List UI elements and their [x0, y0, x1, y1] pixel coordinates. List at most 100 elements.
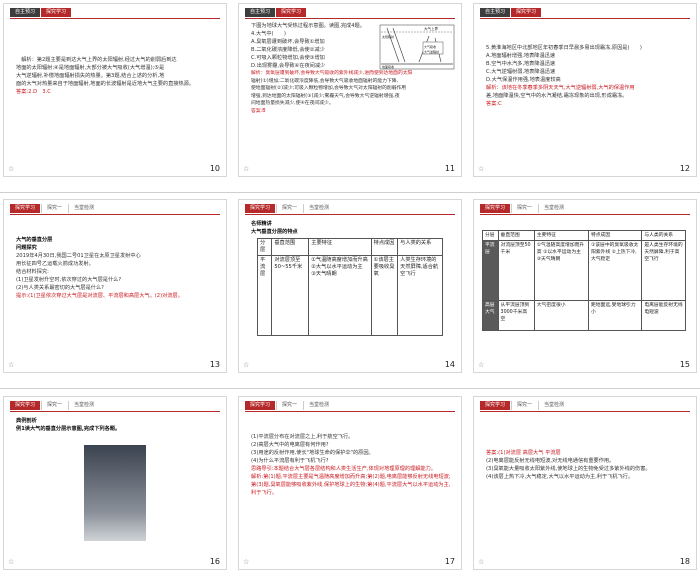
tab-explore-2: 探究一 — [276, 204, 303, 213]
content-line: (3)臭氧能大量吸收太阳紫外线,使地球上的生物免受过多紫外线的伤害。 — [486, 466, 651, 472]
table-header: 垂直范围 — [271, 238, 310, 256]
section-heading: 名师精讲 — [251, 221, 272, 227]
tab-explore: 探究学习 — [41, 8, 72, 17]
row-divider — [0, 192, 700, 193]
slide-content: 解析：第2题主要是到达大气上界的太阳辐射,经过大气的削弱后到达 地面的太阳辐射;… — [16, 56, 216, 96]
table-cell: ①气温随高度增加而升高 ②以水平运动为主 ③天气晴朗 — [533, 240, 589, 301]
content-line: 面的大气对热量来自于地面辐射,地面的长波辐射是近地大气主要的直接热源。 — [16, 81, 195, 87]
table-header: 主要特征 — [308, 238, 372, 256]
diagram-label: 太阳辐射 — [382, 34, 394, 39]
heat-process-diagram: 大气上界 大气吸收 大气逆辐射 太阳辐射 地面吸收 — [379, 24, 455, 70]
content-line: (1)平流层分布在对流层之上,利于航空飞行。 — [251, 434, 354, 440]
analysis-line: 使地面辐射(②)减少;可吸入颗粒物增加,会导致大气对太阳辐射的削弱作用 — [251, 86, 407, 92]
row-divider — [0, 388, 700, 389]
section-subheading: 大气垂直分层的特点 — [251, 229, 298, 235]
slide-tabs: 自主预习 探究学习 — [245, 8, 307, 18]
diagram-label: 大气逆辐射 — [424, 49, 439, 54]
analysis-text: 解析:第(1)题,平流层主要是气温随高度增加而升高;第(2)题,电离层能够反射无… — [251, 474, 451, 496]
slide-content: 答案:(1)对流层 高层大气 平流层 (2)电离层能反射无线电短波,对无线电通信… — [486, 449, 686, 481]
table-cell: 平流层 — [482, 240, 499, 301]
slide-analysis: 解析：臭氧层遭到破坏,会导致大气吸收的紫外线减少,进而使到达地面的太阳 辐射(①… — [251, 70, 451, 116]
tab-explore-2: 探究一 — [511, 204, 538, 213]
content-line: (1)卫星发射升空时,依次穿过的大气层是什么? — [16, 277, 122, 283]
slide-tabs: 探究学习 探究一 当堂检测 — [480, 204, 570, 214]
tab-underline — [480, 411, 690, 412]
star-icon: ☆ — [243, 361, 250, 369]
table-cell: 距地面远,受地球引力小 — [587, 300, 643, 331]
content-line: (2)与人类关系最密切的大气层是什么? — [16, 285, 104, 291]
star-icon: ☆ — [8, 361, 15, 369]
content-line: 2019年4月30日,我国二号01卫星在太原卫星发射中心 — [16, 253, 141, 259]
slide-thumbnail-10[interactable]: 自主预习 探究学习 解析：第2题主要是到达大气上界的太阳辐射,经过大气的削弱后到… — [4, 4, 226, 176]
answer-text: 答案:2.D 3.C — [16, 89, 51, 95]
slide-thumbnail-14[interactable]: 探究学习 探究一 当堂检测 名师精讲 大气垂直分层的特点 分层 垂直范围 主要特… — [239, 200, 461, 372]
table-header: 与人类的关系 — [397, 238, 443, 256]
slide-tabs: 探究学习 探究一 当堂检测 — [245, 204, 335, 214]
slide-tabs: 自主预习 探究学习 — [10, 8, 72, 18]
slide-tabs: 探究学习 探究一 当堂检测 — [10, 204, 100, 214]
tab-self-study: 自主预习 — [480, 8, 511, 17]
diagram-label: 大气吸收 — [424, 44, 436, 49]
slide-thumbnail-18[interactable]: 探究学习 探究一 当堂检测 答案:(1)对流层 高层大气 平流层 (2)电离层能… — [474, 397, 696, 569]
slide-content: 典例剖析 例1读大气的垂直分层示意图,完成下列各题。 — [16, 417, 216, 433]
atmosphere-layers-figure — [84, 445, 146, 541]
content-line: 大气逆辐射,补偿地面辐射损失的热量。第3题,结合上述的分析,地 — [16, 73, 165, 79]
slide-tabs: 探究学习 探究一 当堂检测 — [245, 401, 335, 411]
tab-underline — [10, 214, 220, 215]
slide-thumbnail-12[interactable]: 自主预习 探究学习 5.黄淮海地区中北部地区年初春季日早晨多易出现霜冻,原因是(… — [474, 4, 696, 176]
star-icon: ☆ — [8, 165, 15, 173]
content-line: 差,地面降温快,空气中的水汽凝结,霜冻现象的出现,形成霜冻。 — [486, 93, 628, 99]
slide-content: 下图为地球大气受热过程示意图。读图,完成4题。 4.大气中( ) A.臭氧层遭到… — [251, 22, 383, 70]
content-line: 地面的太阳辐射;④是地面辐射,大部分被大气吸收(大气增温);⑤是 — [16, 65, 165, 71]
slide-content: (1)平流层分布在对流层之上,利于航空飞行。 (2)高层大气中的电离层有何作用?… — [251, 433, 451, 497]
tab-explore: 探究学习 — [480, 204, 511, 213]
tab-underline — [245, 18, 455, 19]
tab-check: 当堂检测 — [68, 401, 100, 410]
content-line: 用长征四号乙运载火箭成功发射。 — [16, 261, 94, 267]
tab-explore-2: 探究一 — [41, 401, 68, 410]
table-header: 分层 — [482, 230, 499, 241]
table-header: 分层 — [256, 238, 273, 256]
tab-self-study: 自主预习 — [245, 8, 276, 17]
slide-thumbnail-17[interactable]: 探究学习 探究一 当堂检测 (1)平流层分布在对流层之上,利于航空飞行。 (2)… — [239, 397, 461, 569]
analysis-line: 解析：臭氧层遭到破坏,会导致大气吸收的紫外线减少,进而使到达地面的太阳 — [251, 71, 413, 76]
slide-thumbnail-11[interactable]: 自主预习 探究学习 下图为地球大气受热过程示意图。读图,完成4题。 4.大气中(… — [239, 4, 461, 176]
slide-thumbnail-13[interactable]: 探究学习 探究一 当堂检测 大气的垂直分层 问题探究 2019年4月30日,我国… — [4, 200, 226, 372]
slide-content: 5.黄淮海地区中北部地区年初春季日早晨多易出现霜冻,原因是( ) A.地面辐射增… — [486, 44, 686, 108]
tab-explore: 探究学习 — [511, 8, 542, 17]
content-line: B.空气中水汽多,地表降温迅速 — [486, 61, 556, 67]
table-cell: 大气密度很小 — [533, 300, 589, 331]
content-line: 下图为地球大气受热过程示意图。读图,完成4题。 — [251, 23, 365, 29]
answer-text: 答案:(1)对流层 高层大气 平流层 — [486, 450, 561, 456]
slide-grid: 自主预习 探究学习 解析：第2题主要是到达大气上界的太阳辐射,经过大气的削弱后到… — [0, 0, 700, 577]
tab-check: 当堂检测 — [68, 204, 100, 213]
table-cell: 人类生存环境的天然屏障,适合航空飞行 — [397, 255, 443, 336]
tab-explore: 探究学习 — [10, 401, 41, 410]
slide-thumbnail-15[interactable]: 探究学习 探究一 当堂检测 分层 垂直范围 主要特征 特点成因 与人类的关系 平… — [474, 200, 696, 372]
tab-check: 当堂检测 — [538, 204, 570, 213]
tab-explore: 探究学习 — [480, 401, 511, 410]
slide-number: 17 — [444, 557, 455, 566]
content-line: A.地面辐射增强,地表降温迅速 — [486, 53, 556, 59]
star-icon: ☆ — [478, 361, 485, 369]
table-cell: 平流层 — [256, 255, 273, 336]
content-line: 结合材料探究: — [16, 269, 49, 275]
diagram-label: 大气上界 — [424, 26, 438, 31]
content-line: D.大气保温作用强,地表温度较高 — [486, 77, 561, 83]
table-cell: 高层大气 — [482, 300, 499, 331]
table-cell: ①该层中的臭氧吸收太阳紫外线 ②上热下冷,大气稳定 — [587, 240, 643, 301]
slide-thumbnail-16[interactable]: 探究学习 探究一 当堂检测 典例剖析 例1读大气的垂直分层示意图,完成下列各题。… — [4, 397, 226, 569]
layers-table: 分层 垂直范围 主要特征 特点成因 与人类的关系 平流层 对流层顶至50~55千… — [256, 238, 443, 336]
content-line: 5.黄淮海地区中北部地区年初春季日早晨多易出现霜冻,原因是( ) — [486, 45, 642, 51]
slide-content: 大气的垂直分层 问题探究 2019年4月30日,我国二号01卫星在太原卫星发射中… — [16, 236, 216, 300]
content-line: C.可吸入颗粒物增加,会使③增加 — [251, 55, 325, 61]
table-header: 与人类的关系 — [641, 230, 686, 241]
tab-explore: 探究学习 — [245, 204, 276, 213]
table-cell: 从平流层顶到3000千米高空 — [497, 300, 535, 331]
slide-number: 15 — [679, 360, 690, 369]
table-cell: 电离层能反射无线电短波 — [641, 300, 686, 331]
content-line: (4)该层上热下冷,大气稳定,大气以水平运动为主,利于飞机飞行。 — [486, 474, 634, 480]
table-cell: ①气温随高度增加而升高 ②大气以水平运动为主 ③天气晴朗 — [308, 255, 372, 336]
tab-underline — [480, 214, 690, 215]
slide-tabs: 探究学习 探究一 当堂检测 — [480, 401, 570, 411]
